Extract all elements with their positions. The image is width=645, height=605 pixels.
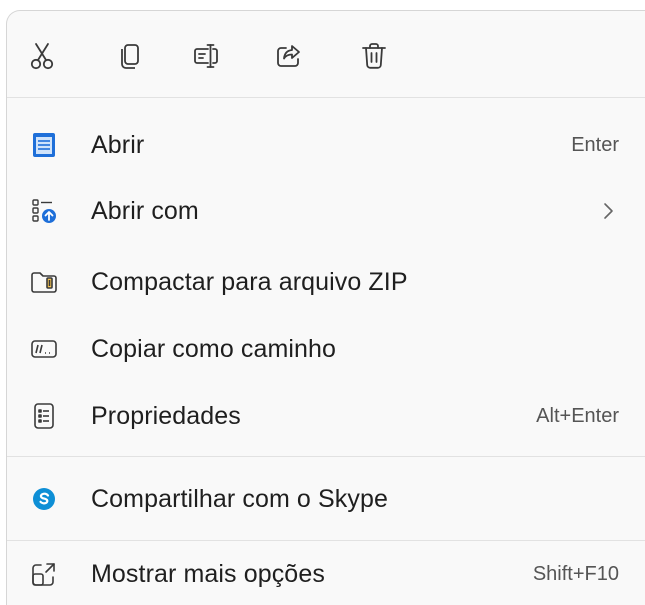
separator — [7, 540, 645, 541]
menu-item-properties[interactable]: Propriedades Alt+Enter — [7, 387, 645, 445]
delete-icon — [362, 43, 386, 69]
copy-path-icon — [29, 334, 59, 364]
menu-item-copy-as-path[interactable]: Copiar como caminho — [7, 320, 645, 378]
menu-item-label: Mostrar mais opções — [91, 559, 325, 588]
menu-item-show-more-options[interactable]: Mostrar mais opções Shift+F10 — [7, 545, 645, 603]
menu-item-label: Copiar como caminho — [91, 334, 337, 363]
menu-item-shortcut: Enter — [571, 133, 619, 156]
context-menu-toolbar — [7, 11, 645, 97]
menu-item-shortcut: Shift+F10 — [532, 562, 619, 585]
cut-icon — [30, 43, 54, 70]
rename-button[interactable] — [187, 37, 225, 75]
menu-item-share-skype[interactable]: Compartilhar com o Skype — [7, 470, 645, 528]
menu-item-shortcut: Alt+Enter — [536, 404, 619, 427]
separator — [7, 456, 645, 457]
delete-button[interactable] — [355, 37, 393, 75]
zip-folder-icon — [29, 267, 59, 297]
chevron-right-icon — [604, 203, 613, 219]
copy-icon — [121, 44, 139, 69]
open-with-icon — [29, 196, 59, 226]
menu-item-compress-zip[interactable]: Compactar para arquivo ZIP — [7, 253, 645, 311]
menu-item-label: Abrir — [91, 130, 145, 159]
share-icon — [277, 45, 300, 67]
menu-item-open-with[interactable]: Abrir com — [7, 182, 645, 240]
menu-item-label: Compartilhar com o Skype — [91, 484, 388, 513]
context-menu: Abrir Enter Abrir com Compactar para arq… — [6, 10, 645, 605]
menu-item-label: Propriedades — [91, 401, 241, 430]
separator — [7, 97, 645, 98]
copy-button[interactable] — [111, 37, 149, 75]
more-options-icon — [29, 559, 59, 589]
cut-button[interactable] — [23, 37, 61, 75]
menu-item-label: Abrir com — [91, 196, 199, 225]
notepad-icon — [29, 130, 59, 160]
rename-icon — [194, 44, 218, 68]
skype-icon — [29, 484, 59, 514]
menu-item-label: Compactar para arquivo ZIP — [91, 267, 408, 296]
share-button[interactable] — [270, 37, 308, 75]
properties-icon — [29, 401, 59, 431]
menu-item-open[interactable]: Abrir Enter — [7, 116, 645, 174]
